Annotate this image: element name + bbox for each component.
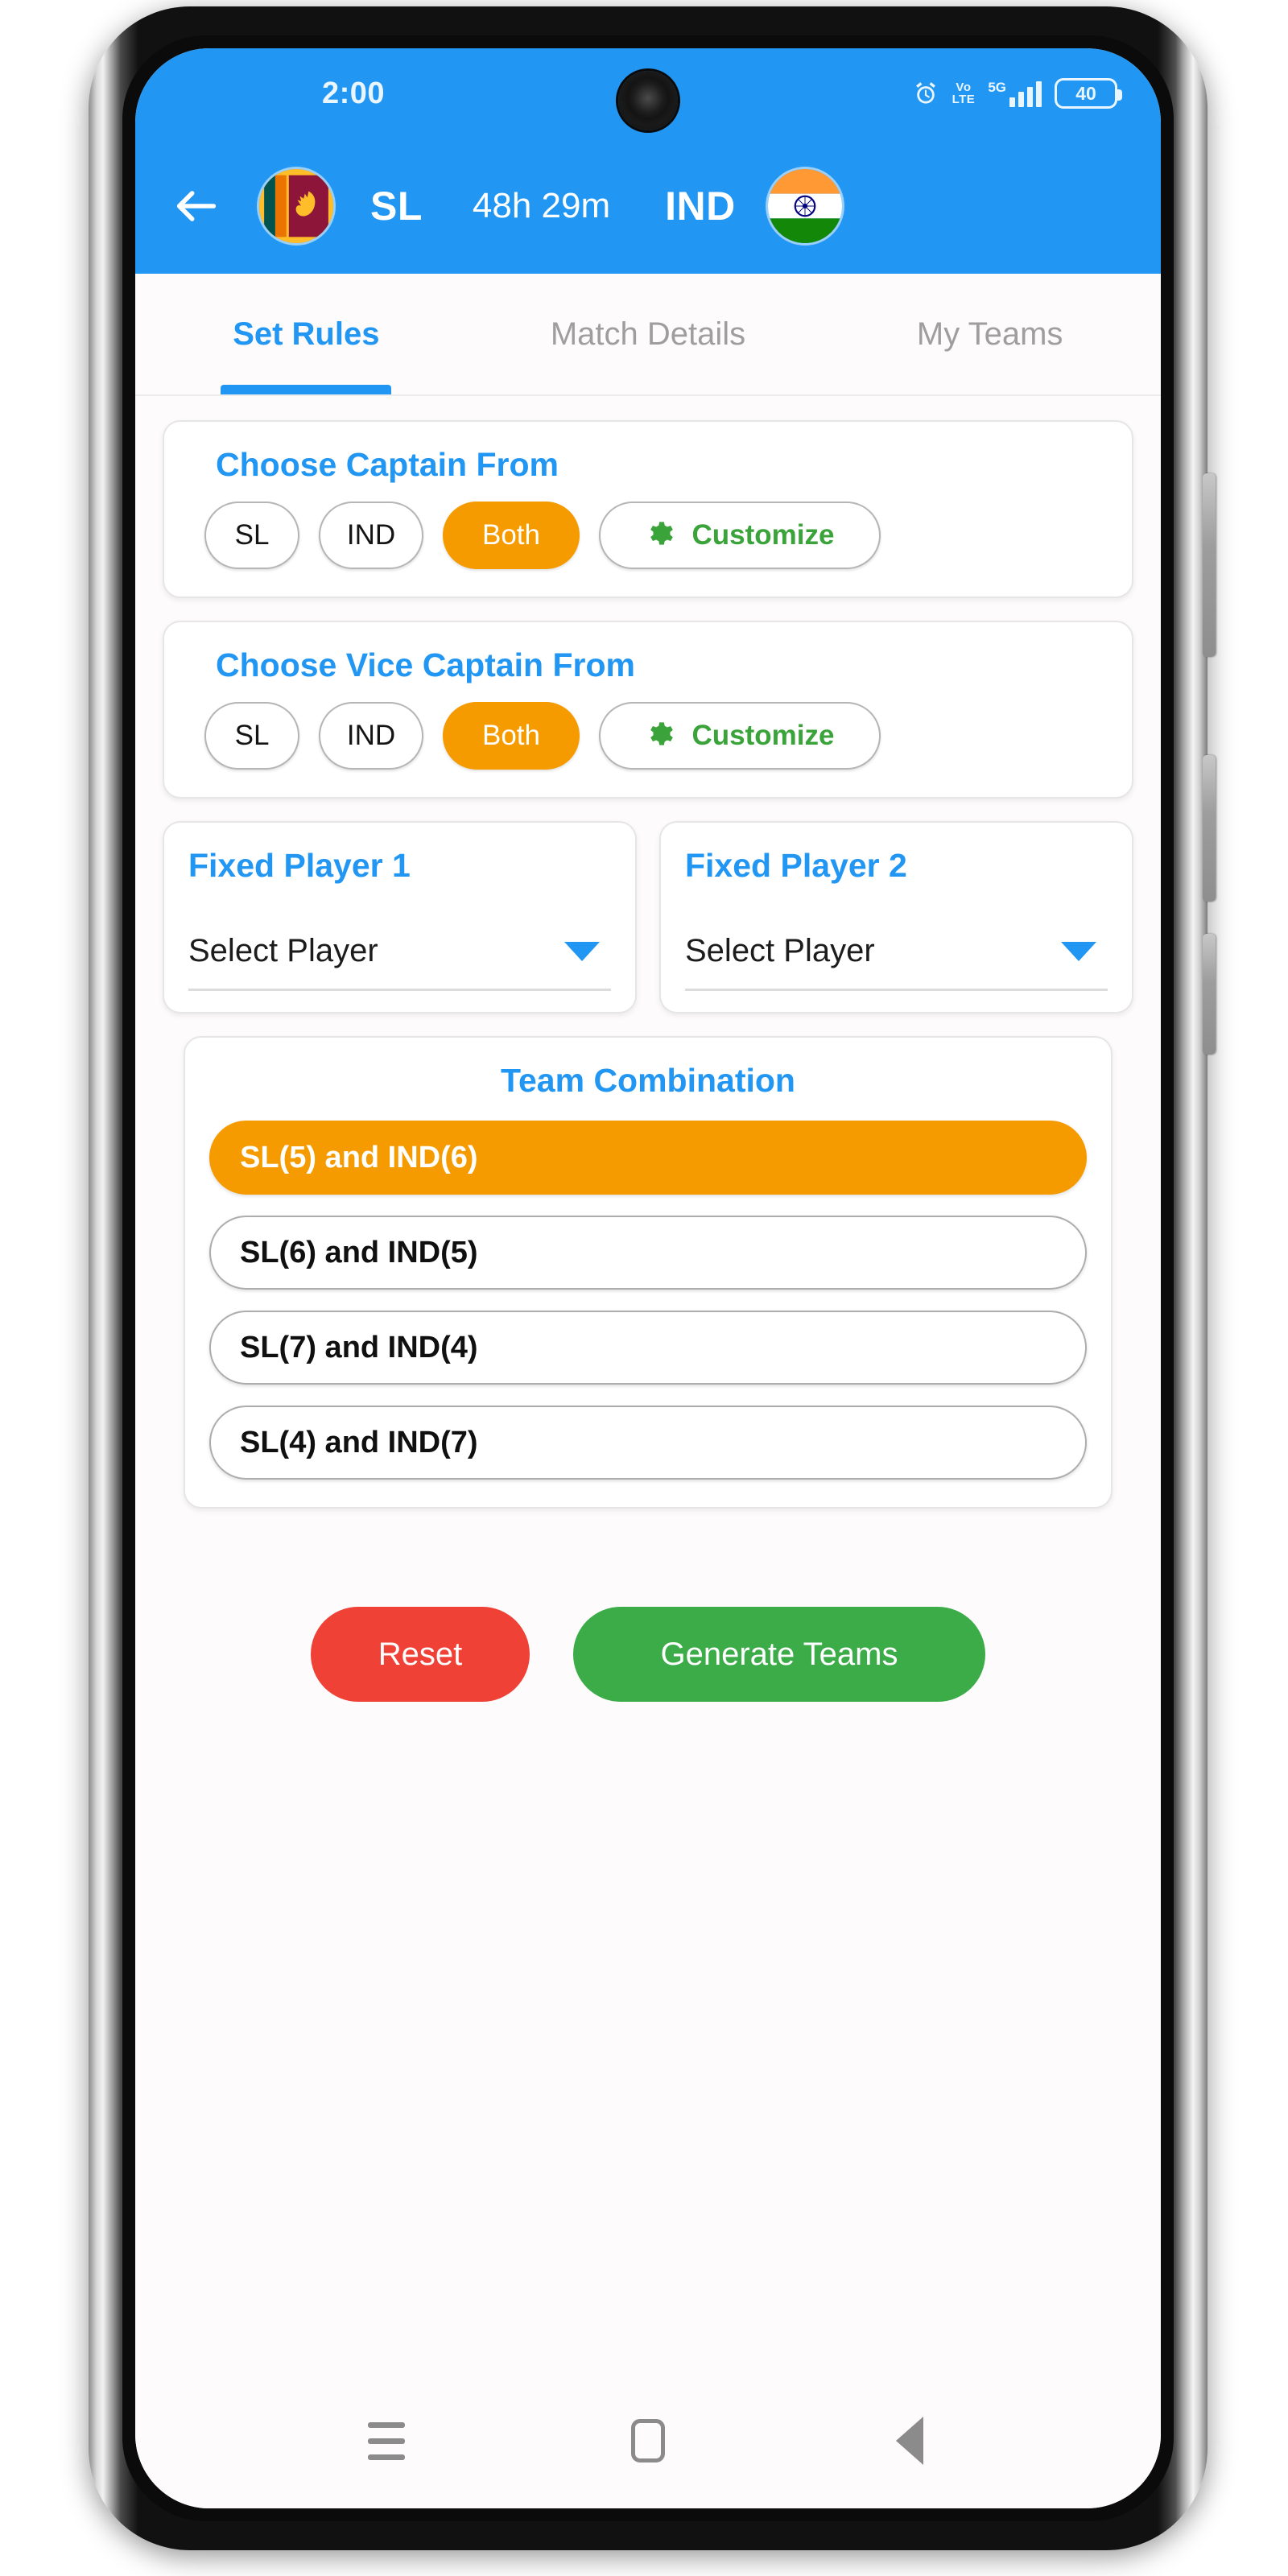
choose-vice-captain-title: Choose Vice Captain From	[216, 646, 635, 683]
tab-set-rules[interactable]: Set Rules	[135, 274, 477, 394]
chevron-down-icon	[1061, 941, 1096, 961]
phone-screen: 2:00 Vo LTE 5G 40 SL 48h 29m IND Set Rul…	[135, 48, 1161, 2508]
choose-captain-options: SL IND Both Customize	[185, 502, 1111, 569]
captain-option-ind[interactable]: IND	[319, 502, 423, 569]
fixed-player-2-card: Fixed Player 2 Select Player	[659, 821, 1133, 1013]
team-combination-option-4[interactable]: SL(4) and IND(7)	[209, 1406, 1087, 1480]
battery-level: 40	[1075, 82, 1096, 104]
india-flag-icon	[767, 169, 842, 243]
captain-option-both[interactable]: Both	[443, 502, 580, 569]
generate-teams-button[interactable]: Generate Teams	[573, 1607, 985, 1702]
gear-icon	[650, 722, 673, 745]
status-time: 2:00	[322, 76, 386, 110]
recents-icon	[368, 2421, 406, 2460]
volume-down-button[interactable]	[1203, 755, 1216, 902]
tab-my-teams[interactable]: My Teams	[819, 274, 1161, 394]
back-triangle-icon	[895, 2417, 923, 2465]
vice-captain-option-both[interactable]: Both	[443, 702, 580, 770]
fixed-players-row: Fixed Player 1 Select Player Fixed Playe…	[163, 821, 1133, 1013]
tab-my-teams-label: My Teams	[916, 316, 1063, 352]
choose-captain-title: Choose Captain From	[216, 446, 559, 483]
team-combination-option-3[interactable]: SL(7) and IND(4)	[209, 1311, 1087, 1385]
set-rules-content: Choose Captain From SL IND Both Customiz…	[135, 396, 1161, 2508]
battery-icon: 40	[1055, 78, 1122, 109]
team-right-code: IND	[665, 184, 736, 229]
choose-captain-card: Choose Captain From SL IND Both Customiz…	[163, 420, 1133, 598]
recents-button[interactable]	[342, 2396, 431, 2485]
chevron-down-icon	[564, 941, 600, 961]
app-bar: SL 48h 29m IND	[135, 138, 1161, 274]
home-icon	[630, 2419, 665, 2462]
captain-option-sl[interactable]: SL	[204, 502, 299, 569]
vice-captain-customize-button[interactable]: Customize	[599, 702, 881, 770]
vice-captain-option-sl[interactable]: SL	[204, 702, 299, 770]
alarm-clock-icon	[915, 82, 935, 104]
status-icons: Vo LTE 5G 40	[912, 78, 1122, 109]
captain-customize-button[interactable]: Customize	[599, 502, 881, 569]
gear-icon	[650, 522, 673, 545]
volume-up-button[interactable]	[1203, 473, 1216, 657]
vice-captain-option-ind[interactable]: IND	[319, 702, 423, 770]
fixed-player-1-select[interactable]: Select Player	[188, 933, 611, 991]
back-arrow-icon[interactable]	[171, 180, 222, 232]
match-timer: 48h 29m	[472, 186, 611, 225]
home-button[interactable]	[604, 2396, 692, 2485]
choose-vice-captain-options: SL IND Both Customize	[185, 702, 1111, 770]
fixed-player-1-title: Fixed Player 1	[188, 847, 411, 884]
fixed-player-1-card: Fixed Player 1 Select Player	[163, 821, 637, 1013]
fixed-player-2-title: Fixed Player 2	[685, 847, 907, 884]
back-button[interactable]	[865, 2396, 954, 2485]
action-buttons: Reset Generate Teams	[163, 1607, 1133, 1702]
fixed-player-2-value: Select Player	[685, 933, 875, 968]
tab-set-rules-label: Set Rules	[233, 316, 380, 352]
team-combination-option-2[interactable]: SL(6) and IND(5)	[209, 1216, 1087, 1290]
fixed-player-1-value: Select Player	[188, 933, 378, 968]
status-bar: 2:00 Vo LTE 5G 40	[135, 48, 1161, 138]
signal-bars-icon	[1009, 81, 1042, 107]
sri-lanka-flag-icon	[259, 169, 333, 243]
team-combination-option-1[interactable]: SL(5) and IND(6)	[209, 1121, 1087, 1195]
tab-bar: Set Rules Match Details My Teams	[135, 274, 1161, 396]
fixed-player-2-select[interactable]: Select Player	[685, 933, 1108, 991]
team-combination-title: Team Combination	[501, 1062, 795, 1099]
team-combination-card: Team Combination SL(5) and IND(6) SL(6) …	[184, 1036, 1113, 1509]
captain-customize-label: Customize	[691, 519, 835, 551]
android-nav-bar	[135, 2373, 1161, 2508]
vice-captain-customize-label: Customize	[691, 720, 835, 751]
power-button[interactable]	[1203, 934, 1216, 1055]
reset-button[interactable]: Reset	[311, 1607, 530, 1702]
tab-match-details[interactable]: Match Details	[477, 274, 819, 394]
choose-vice-captain-card: Choose Vice Captain From SL IND Both Cus…	[163, 621, 1133, 799]
screenshot-stage: 2:00 Vo LTE 5G 40 SL 48h 29m IND Set Rul…	[0, 0, 1288, 2576]
team-left-code: SL	[370, 184, 423, 229]
tab-match-details-label: Match Details	[550, 316, 746, 352]
network-signal-icon: 5G	[988, 80, 1042, 107]
front-camera-punch-hole	[618, 71, 678, 130]
volte-icon: Vo LTE	[952, 80, 976, 106]
